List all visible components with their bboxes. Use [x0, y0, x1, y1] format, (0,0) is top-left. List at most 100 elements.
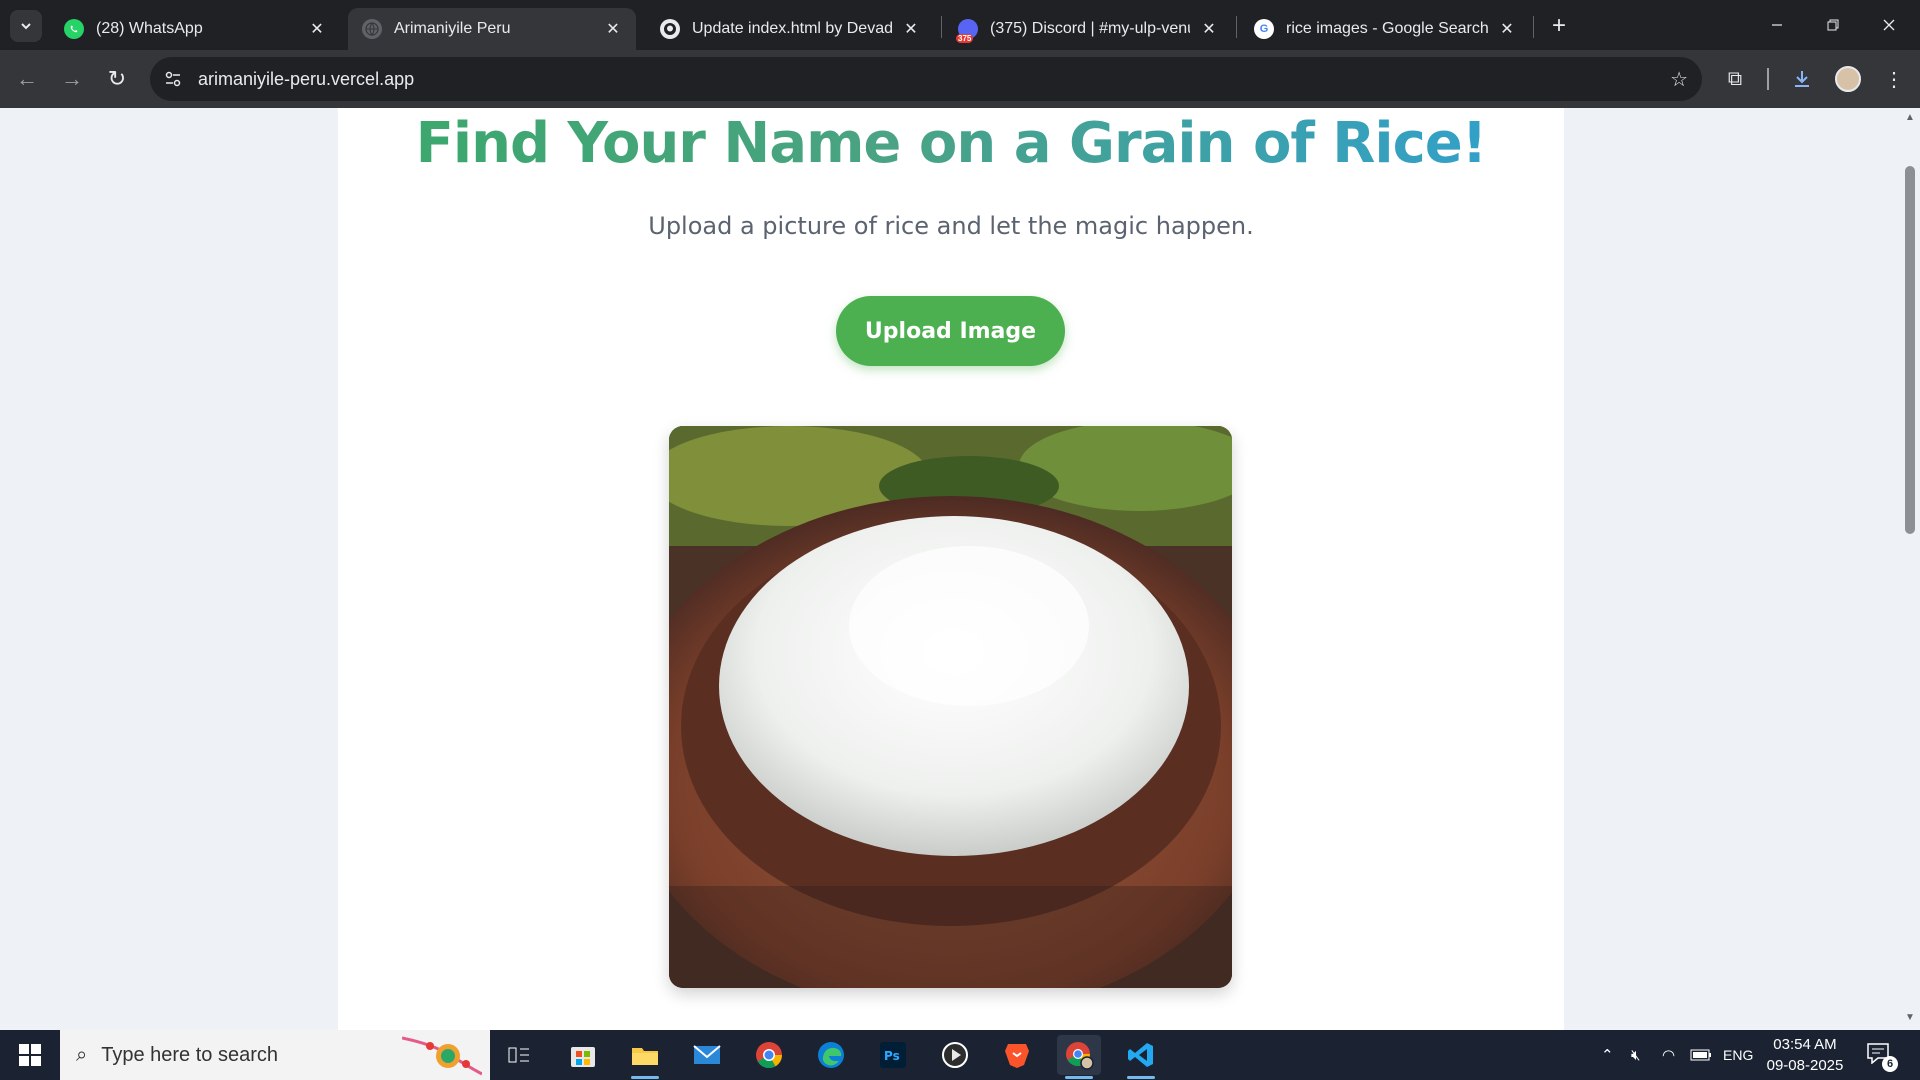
- reload-button[interactable]: ↻: [100, 62, 134, 96]
- media-player-icon: [942, 1042, 968, 1068]
- vscode-icon: [1128, 1043, 1153, 1067]
- tab-title: (375) Discord | #my-ulp-venue-: [990, 20, 1190, 37]
- more-vert-icon: ⋮: [1884, 68, 1904, 91]
- taskbar-mail[interactable]: [685, 1035, 729, 1075]
- taskbar-brave[interactable]: [995, 1035, 1039, 1075]
- chevron-down-icon: [21, 23, 31, 30]
- rice-bowl-illustration: [669, 426, 1232, 988]
- content-card: Find Your Name on a Grain of Rice! Uploa…: [338, 108, 1564, 1030]
- scrollbar-thumb[interactable]: [1905, 166, 1915, 534]
- clock-time: 03:54 AM: [1773, 1036, 1837, 1053]
- new-tab-button[interactable]: +: [1545, 12, 1573, 40]
- restore-button[interactable]: [1810, 8, 1856, 42]
- taskbar-search[interactable]: ⌕ Type here to search: [60, 1030, 490, 1080]
- restore-icon: [1827, 19, 1839, 31]
- rice-image: [669, 426, 1232, 988]
- tab-github[interactable]: Update index.html by Devadath ✕: [646, 8, 934, 50]
- taskbar-vscode[interactable]: [1119, 1035, 1163, 1079]
- chrome-menu-button[interactable]: ⋮: [1878, 63, 1910, 95]
- tab-title: (28) WhatsApp: [96, 20, 203, 37]
- chevron-up-icon: ⌃: [1601, 1047, 1614, 1064]
- mail-icon: [693, 1045, 721, 1064]
- extensions-button[interactable]: ⧉: [1719, 63, 1751, 95]
- tab-arimaniyile-peru[interactable]: Arimaniyile Peru ✕: [348, 8, 636, 50]
- start-button[interactable]: [0, 1030, 60, 1080]
- tab-divider: [1236, 16, 1237, 38]
- close-icon[interactable]: ✕: [1200, 19, 1218, 39]
- plus-icon: +: [1551, 12, 1566, 39]
- tab-title: Update index.html by Devadath: [692, 20, 892, 37]
- taskbar-photoshop[interactable]: Ps: [871, 1035, 915, 1075]
- wifi-icon: ◠: [1662, 1047, 1676, 1064]
- taskbar-microsoft-store[interactable]: [561, 1035, 605, 1075]
- profile-avatar[interactable]: [1835, 66, 1861, 92]
- close-icon[interactable]: ✕: [1498, 19, 1516, 39]
- show-hidden-icons-button[interactable]: ⌃: [1601, 1030, 1614, 1080]
- taskbar-edge[interactable]: [809, 1035, 853, 1075]
- page-subtitle: Upload a picture of rice and let the mag…: [648, 212, 1254, 240]
- page-viewport: Find Your Name on a Grain of Rice! Uploa…: [0, 108, 1900, 1030]
- chrome-icon: [756, 1042, 783, 1069]
- close-icon[interactable]: ✕: [902, 19, 920, 39]
- url-text[interactable]: arimaniyile-peru.vercel.app: [198, 69, 414, 90]
- page-scrollbar[interactable]: ▲ ▼: [1900, 108, 1920, 1030]
- reload-icon: ↻: [107, 66, 127, 91]
- minimize-icon: [1772, 24, 1782, 26]
- battery-icon: [1690, 1049, 1711, 1061]
- browser-toolbar: ← → ↻ arimaniyile-peru.vercel.app ☆ ⧉ ⋮: [0, 50, 1920, 108]
- google-icon: G: [1254, 19, 1274, 39]
- close-icon[interactable]: ✕: [308, 19, 326, 39]
- tab-strip: (28) WhatsApp ✕ Arimaniyile Peru ✕ Updat…: [0, 0, 1920, 50]
- task-view-button[interactable]: [497, 1035, 541, 1075]
- folder-icon: [632, 1048, 658, 1065]
- close-icon: [1883, 19, 1895, 31]
- unread-badge: 375: [956, 34, 974, 43]
- notification-center-button[interactable]: 6: [1866, 1042, 1898, 1072]
- search-icon: ⌕: [76, 1043, 88, 1066]
- whatsapp-icon: [64, 19, 84, 39]
- rakhi-decoration-icon: [402, 1036, 482, 1076]
- tab-title: Arimaniyile Peru: [394, 20, 511, 37]
- taskbar-media-player[interactable]: [933, 1035, 977, 1075]
- taskbar-chrome-profile[interactable]: [1057, 1035, 1101, 1079]
- scroll-up-arrow-icon[interactable]: ▲: [1904, 112, 1916, 126]
- tab-search-button[interactable]: [10, 10, 42, 42]
- scroll-down-arrow-icon[interactable]: ▼: [1904, 1012, 1916, 1026]
- globe-icon: [362, 19, 382, 39]
- microsoft-store-icon: [571, 1047, 595, 1067]
- bookmark-star-icon[interactable]: ☆: [1670, 67, 1688, 92]
- network-button[interactable]: ◠: [1662, 1030, 1675, 1080]
- notification-count-badge: 6: [1882, 1056, 1898, 1072]
- toolbar-divider: [1767, 68, 1769, 90]
- page-title: Find Your Name on a Grain of Rice!: [338, 108, 1564, 188]
- close-window-button[interactable]: [1866, 8, 1912, 42]
- svg-text:Ps: Ps: [884, 1049, 900, 1063]
- downloads-button[interactable]: [1786, 63, 1818, 95]
- tab-google-search[interactable]: G rice images - Google Search ✕: [1240, 8, 1530, 50]
- battery-button[interactable]: [1690, 1030, 1712, 1080]
- tab-title: rice images - Google Search: [1286, 20, 1488, 37]
- upload-image-button[interactable]: Upload Image: [836, 296, 1065, 366]
- volume-muted-icon: 🔇︎: [1631, 1046, 1641, 1064]
- volume-button[interactable]: 🔇︎: [1631, 1030, 1640, 1080]
- back-button[interactable]: ←: [10, 62, 44, 96]
- minimize-button[interactable]: [1754, 8, 1800, 42]
- input-language[interactable]: ENG: [1723, 1030, 1753, 1080]
- windows-taskbar: ⌕ Type here to search Ps ⌃ 🔇︎ ◠ ENG 03:5…: [0, 1030, 1920, 1080]
- download-icon: [1795, 71, 1809, 87]
- arrow-left-icon: ←: [16, 66, 38, 91]
- tab-divider: [1533, 16, 1534, 38]
- taskbar-file-explorer[interactable]: [623, 1035, 667, 1079]
- taskbar-chrome[interactable]: [747, 1035, 791, 1075]
- edge-icon: [818, 1042, 844, 1068]
- task-view-icon: [508, 1047, 529, 1063]
- tab-discord[interactable]: 375 (375) Discord | #my-ulp-venue- ✕: [944, 8, 1232, 50]
- address-bar[interactable]: arimaniyile-peru.vercel.app ☆: [150, 57, 1702, 101]
- site-settings-icon[interactable]: [162, 68, 184, 90]
- chrome-profile-icon: [1066, 1042, 1094, 1070]
- windows-logo-icon: [19, 1044, 41, 1066]
- tab-whatsapp[interactable]: (28) WhatsApp ✕: [50, 8, 340, 50]
- close-icon[interactable]: ✕: [604, 19, 622, 39]
- taskbar-clock[interactable]: 03:54 AM 09-08-2025: [1755, 1034, 1855, 1076]
- forward-button[interactable]: →: [55, 62, 89, 96]
